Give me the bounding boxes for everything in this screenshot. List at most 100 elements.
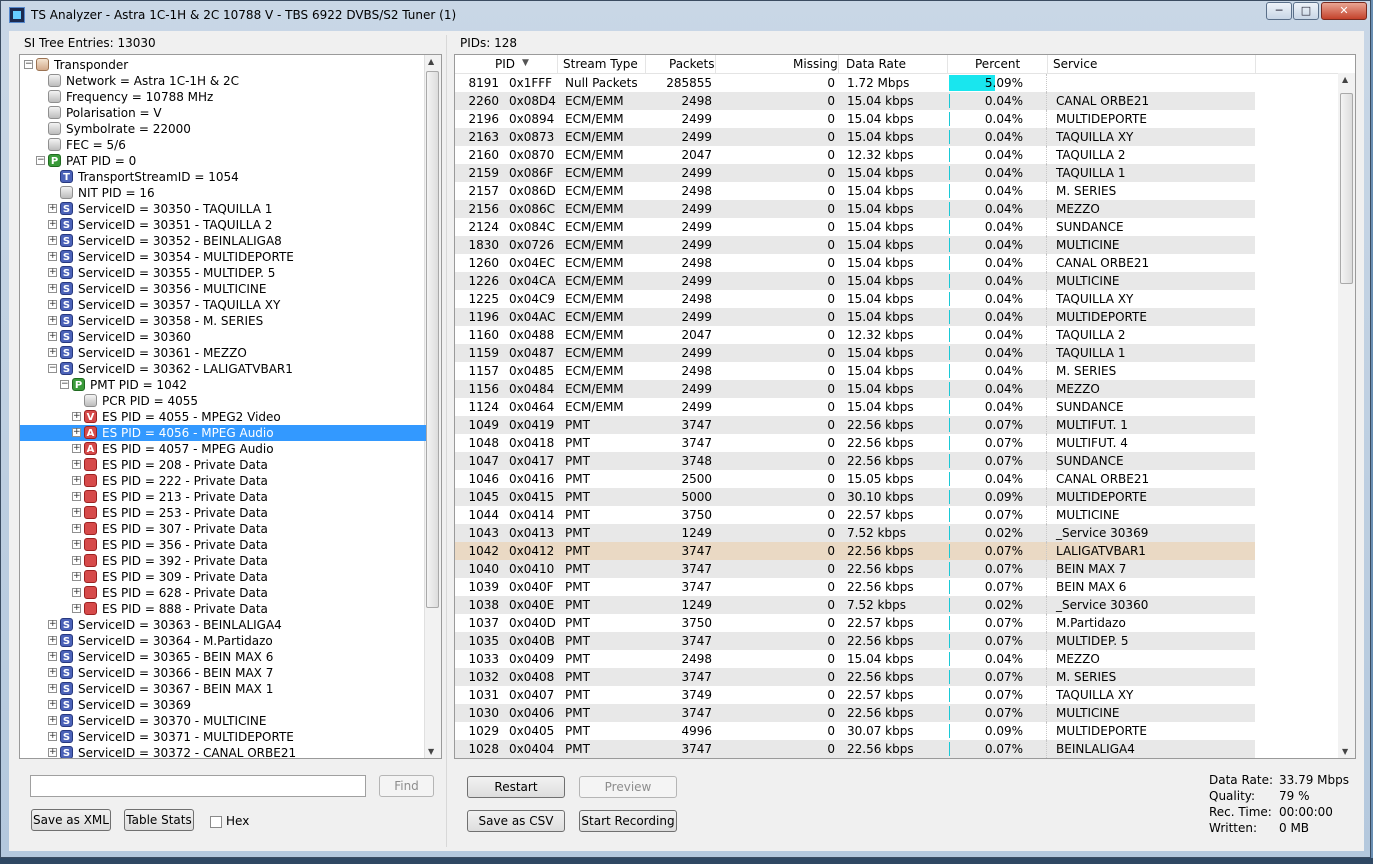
table-row[interactable]: 1043 0x0413 PMT 1249 0 7.52 kbps 0.02% _Service… — [455, 524, 1255, 542]
tree-node[interactable]: + S ServiceID = 30356 - MULTICINE — [20, 281, 426, 297]
tree-node[interactable]: + S ServiceID = 30355 - MULTIDEP. 5 — [20, 265, 426, 281]
tree-node[interactable]: + ES PID = 213 - Private Data — [20, 489, 426, 505]
table-row[interactable]: 1044 0x0414 PMT 3750 0 22.57 kbps 0.07% MULTICI… — [455, 506, 1255, 524]
expand-icon[interactable]: + — [72, 604, 81, 613]
tree-scrollbar[interactable]: ▲ ▼ — [424, 55, 441, 758]
table-scrollbar[interactable]: ▲ ▼ — [1338, 73, 1355, 758]
pid-table[interactable]: PID ▼ Stream Type Packets Missing Data R… — [454, 54, 1356, 759]
si-tree[interactable]: ▲ ▼ − Transponder Network = Astra 1C-1H & … — [19, 54, 442, 759]
expand-icon[interactable]: + — [48, 252, 57, 261]
table-row[interactable]: 1042 0x0412 PMT 3747 0 22.56 kbps 0.07% LALIGAT… — [455, 542, 1255, 560]
expand-icon[interactable]: + — [48, 716, 57, 725]
col-stream-type[interactable]: Stream Type — [563, 57, 638, 71]
tree-node[interactable]: + ES PID = 309 - Private Data — [20, 569, 426, 585]
expand-icon[interactable]: + — [48, 652, 57, 661]
tree-node[interactable]: FEC = 5/6 — [20, 137, 426, 153]
tree-node[interactable]: + S ServiceID = 30366 - BEIN MAX 7 — [20, 665, 426, 681]
restart-button[interactable]: Restart — [467, 776, 565, 798]
expand-icon[interactable]: + — [48, 684, 57, 693]
tree-node[interactable]: − P PAT PID = 0 — [20, 153, 426, 169]
tree-node[interactable]: Frequency = 10788 MHz — [20, 89, 426, 105]
expand-icon[interactable]: + — [48, 620, 57, 629]
expand-icon[interactable]: + — [48, 204, 57, 213]
col-packets[interactable]: Packets — [669, 57, 715, 71]
table-row[interactable]: 1038 0x040E PMT 1249 0 7.52 kbps 0.02% _Service… — [455, 596, 1255, 614]
table-row[interactable]: 1196 0x04AC ECM/EMM 2499 0 15.04 kbps 0.04% MUL… — [455, 308, 1255, 326]
collapse-icon[interactable]: − — [24, 60, 33, 69]
tree-node[interactable]: + A ES PID = 4057 - MPEG Audio — [20, 441, 426, 457]
table-row[interactable]: 1046 0x0416 PMT 2500 0 15.05 kbps 0.04% CANAL O… — [455, 470, 1255, 488]
col-percent[interactable]: Percent — [975, 57, 1020, 71]
table-row[interactable]: 1159 0x0487 ECM/EMM 2499 0 15.04 kbps 0.04% TAQ… — [455, 344, 1255, 362]
table-row[interactable]: 1049 0x0419 PMT 3747 0 22.56 kbps 0.07% MULTIFU… — [455, 416, 1255, 434]
table-row[interactable]: 2124 0x084C ECM/EMM 2499 0 15.04 kbps 0.04% SUN… — [455, 218, 1255, 236]
table-row[interactable]: 2157 0x086D ECM/EMM 2498 0 15.04 kbps 0.04% M. … — [455, 182, 1255, 200]
tree-node[interactable]: + S ServiceID = 30360 — [20, 329, 426, 345]
table-row[interactable]: 2196 0x0894 ECM/EMM 2499 0 15.04 kbps 0.04% MUL… — [455, 110, 1255, 128]
tree-node[interactable]: + S ServiceID = 30354 - MULTIDEPORTE — [20, 249, 426, 265]
table-row[interactable]: 1225 0x04C9 ECM/EMM 2498 0 15.04 kbps 0.04% TAQ… — [455, 290, 1255, 308]
start-recording-button[interactable]: Start Recording — [579, 810, 677, 832]
scroll-down-icon[interactable]: ▼ — [1342, 747, 1348, 756]
find-button[interactable]: Find — [379, 775, 434, 797]
expand-icon[interactable]: + — [72, 444, 81, 453]
tree-node[interactable]: PCR PID = 4055 — [20, 393, 426, 409]
save-xml-button[interactable]: Save as XML — [31, 809, 111, 831]
expand-icon[interactable]: + — [48, 236, 57, 245]
expand-icon[interactable]: + — [48, 220, 57, 229]
scroll-up-icon[interactable]: ▲ — [428, 57, 434, 66]
table-row[interactable]: 1037 0x040D PMT 3750 0 22.57 kbps 0.07% M.Parti… — [455, 614, 1255, 632]
table-row[interactable]: 1226 0x04CA ECM/EMM 2499 0 15.04 kbps 0.04% MUL… — [455, 272, 1255, 290]
table-row[interactable]: 1048 0x0418 PMT 3747 0 22.56 kbps 0.07% MULTIFU… — [455, 434, 1255, 452]
table-row[interactable]: 1156 0x0484 ECM/EMM 2499 0 15.04 kbps 0.04% MEZ… — [455, 380, 1255, 398]
table-row[interactable]: 1830 0x0726 ECM/EMM 2499 0 15.04 kbps 0.04% MUL… — [455, 236, 1255, 254]
tree-node[interactable]: + ES PID = 356 - Private Data — [20, 537, 426, 553]
tree-node[interactable]: + ES PID = 888 - Private Data — [20, 601, 426, 617]
save-csv-button[interactable]: Save as CSV — [467, 810, 565, 832]
expand-icon[interactable]: + — [72, 556, 81, 565]
table-row[interactable]: 1029 0x0405 PMT 4996 0 30.07 kbps 0.09% MULTIDE… — [455, 722, 1255, 740]
tree-node[interactable]: NIT PID = 16 — [20, 185, 426, 201]
expand-icon[interactable]: + — [72, 572, 81, 581]
tree-node[interactable]: + S ServiceID = 30357 - TAQUILLA XY — [20, 297, 426, 313]
table-row[interactable]: 1160 0x0488 ECM/EMM 2047 0 12.32 kbps 0.04% TAQ… — [455, 326, 1255, 344]
collapse-icon[interactable]: − — [60, 380, 69, 389]
tree-node[interactable]: + S ServiceID = 30369 — [20, 697, 426, 713]
panel-splitter[interactable] — [446, 35, 447, 847]
expand-icon[interactable]: + — [48, 732, 57, 741]
tree-node[interactable]: Network = Astra 1C-1H & 2C — [20, 73, 426, 89]
table-row[interactable]: 1047 0x0417 PMT 3748 0 22.56 kbps 0.07% SUNDANC… — [455, 452, 1255, 470]
col-service[interactable]: Service — [1053, 57, 1097, 71]
table-stats-button[interactable]: Table Stats — [124, 809, 194, 831]
expand-icon[interactable]: + — [72, 524, 81, 533]
tree-node[interactable]: + S ServiceID = 30351 - TAQUILLA 2 — [20, 217, 426, 233]
expand-icon[interactable]: + — [72, 412, 81, 421]
tree-node[interactable]: − S ServiceID = 30362 - LALIGATVBAR1 — [20, 361, 426, 377]
table-row[interactable]: 1032 0x0408 PMT 3747 0 22.56 kbps 0.07% M. SERI… — [455, 668, 1255, 686]
col-data-rate[interactable]: Data Rate — [846, 57, 906, 71]
collapse-icon[interactable]: − — [48, 364, 57, 373]
preview-button[interactable]: Preview — [579, 776, 677, 798]
tree-node[interactable]: + S ServiceID = 30364 - M.Partidazo — [20, 633, 426, 649]
expand-icon[interactable]: + — [48, 284, 57, 293]
table-row[interactable]: 2160 0x0870 ECM/EMM 2047 0 12.32 kbps 0.04% TAQ… — [455, 146, 1255, 164]
table-row[interactable]: 1028 0x0404 PMT 3747 0 22.56 kbps 0.07% BEINLAL… — [455, 740, 1255, 758]
expand-icon[interactable]: + — [72, 476, 81, 485]
tree-node[interactable]: + ES PID = 392 - Private Data — [20, 553, 426, 569]
tree-scroll-thumb[interactable] — [426, 71, 439, 608]
table-row[interactable]: 2156 0x086C ECM/EMM 2499 0 15.04 kbps 0.04% MEZ… — [455, 200, 1255, 218]
tree-node[interactable]: + S ServiceID = 30350 - TAQUILLA 1 — [20, 201, 426, 217]
title-bar[interactable]: TS Analyzer - Astra 1C-1H & 2C 10788 V -… — [1, 1, 1370, 31]
table-row[interactable]: 1260 0x04EC ECM/EMM 2498 0 15.04 kbps 0.04% CAN… — [455, 254, 1255, 272]
collapse-icon[interactable]: − — [36, 156, 45, 165]
tree-node[interactable]: Symbolrate = 22000 — [20, 121, 426, 137]
tree-node[interactable]: + S ServiceID = 30358 - M. SERIES — [20, 313, 426, 329]
tree-node[interactable]: Polarisation = V — [20, 105, 426, 121]
close-button[interactable]: ✕ — [1321, 2, 1367, 20]
table-scroll-thumb[interactable] — [1340, 93, 1353, 284]
table-row[interactable]: 1045 0x0415 PMT 5000 0 30.10 kbps 0.09% MULTIDE… — [455, 488, 1255, 506]
expand-icon[interactable]: + — [48, 316, 57, 325]
tree-node[interactable]: + S ServiceID = 30367 - BEIN MAX 1 — [20, 681, 426, 697]
expand-icon[interactable]: + — [48, 636, 57, 645]
table-row[interactable]: 1124 0x0464 ECM/EMM 2499 0 15.04 kbps 0.04% SUN… — [455, 398, 1255, 416]
